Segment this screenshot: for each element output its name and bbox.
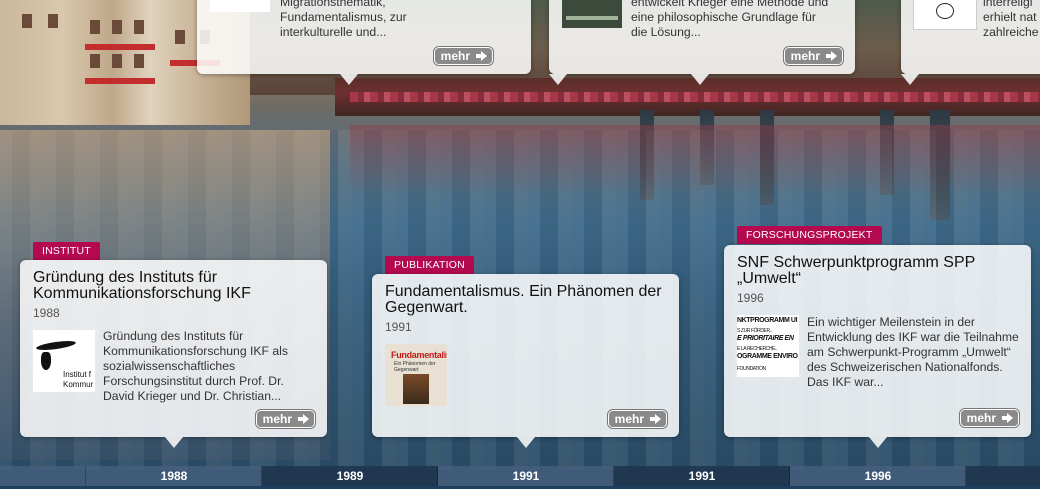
- card-year: 1991: [385, 320, 412, 334]
- arrow-right-icon: [476, 51, 487, 61]
- card-year: 1988: [33, 306, 60, 320]
- timeline-year-1989[interactable]: 1989: [262, 466, 438, 486]
- arrow-right-icon: [650, 414, 661, 424]
- category-tag: PUBLIKATION: [385, 256, 474, 274]
- card-thumbnail: Fundamentalismus Ein Phänomen der Gegenw…: [385, 344, 447, 406]
- timeline-year-1991-b[interactable]: 1991: [614, 466, 790, 486]
- card-title[interactable]: Gründung des Instituts für Kommunikation…: [33, 270, 315, 302]
- mehr-button[interactable]: mehr: [959, 409, 1019, 427]
- mehr-button-label: mehr: [262, 412, 292, 426]
- mehr-button[interactable]: mehr: [607, 410, 667, 428]
- mehr-button[interactable]: mehr: [783, 47, 843, 65]
- card-year: 1996: [737, 291, 764, 305]
- mehr-button[interactable]: mehr: [255, 410, 315, 428]
- card-thumbnail: [210, 0, 270, 12]
- card-description: entwickelt Krieger eine Methode und eine…: [631, 0, 829, 39]
- timeline-year-1996[interactable]: 1996: [790, 466, 966, 486]
- mehr-button[interactable]: mehr: [433, 47, 493, 65]
- card-description: Ein wichtiger Meilenstein in der Entwick…: [807, 315, 1019, 389]
- timeline-card-top-3[interactable]: interreligi erhielt nat zahlreiche: [901, 0, 1040, 85]
- card-thumbnail: [913, 0, 977, 30]
- mehr-button-label: mehr: [966, 411, 996, 425]
- card-thumbnail: [562, 0, 622, 28]
- card-description: Migrationsthematik, Fundamentalismus, zu…: [280, 0, 407, 39]
- timeline-card-top-1[interactable]: Migrationsthematik, Fundamentalismus, zu…: [197, 0, 531, 85]
- card-description: interreligi erhielt nat zahlreiche: [983, 0, 1039, 39]
- category-tag: INSTITUT: [33, 242, 100, 260]
- card-description: Gründung des Instituts für Kommunikation…: [103, 329, 288, 403]
- timeline-year-1991[interactable]: 1991: [438, 466, 614, 486]
- timeline-card-top-2[interactable]: entwickelt Krieger eine Methode und eine…: [549, 0, 855, 85]
- card-thumbnail: Institut f Kommur: [33, 330, 95, 392]
- arrow-right-icon: [826, 51, 837, 61]
- arrow-right-icon: [298, 414, 309, 424]
- arrow-right-icon: [1002, 413, 1013, 423]
- card-thumbnail: NKTPROGRAMM UI S ZUR FÖRDER.. E PRIORITA…: [737, 315, 799, 377]
- timeline-card-1996[interactable]: SNF Schwerpunktprogramm SPP „Umwelt“ 199…: [724, 245, 1031, 448]
- emblem-icon: [936, 3, 954, 19]
- card-title[interactable]: SNF Schwerpunktprogramm SPP „Umwelt“: [737, 255, 1019, 287]
- category-tag: FORSCHUNGSPROJEKT: [737, 226, 882, 244]
- mehr-button-label: mehr: [790, 49, 820, 63]
- card-title[interactable]: Fundamentalismus. Ein Phänomen der Gegen…: [385, 284, 667, 316]
- timeline-year-1988[interactable]: 1988: [86, 466, 262, 486]
- timeline-card-1988[interactable]: Gründung des Instituts für Kommunikation…: [20, 260, 327, 448]
- mehr-button-label: mehr: [440, 49, 470, 63]
- background-bridge-flowers: [350, 92, 1040, 102]
- timeline-card-1991[interactable]: Fundamentalismus. Ein Phänomen der Gegen…: [372, 274, 679, 448]
- mehr-button-label: mehr: [614, 412, 644, 426]
